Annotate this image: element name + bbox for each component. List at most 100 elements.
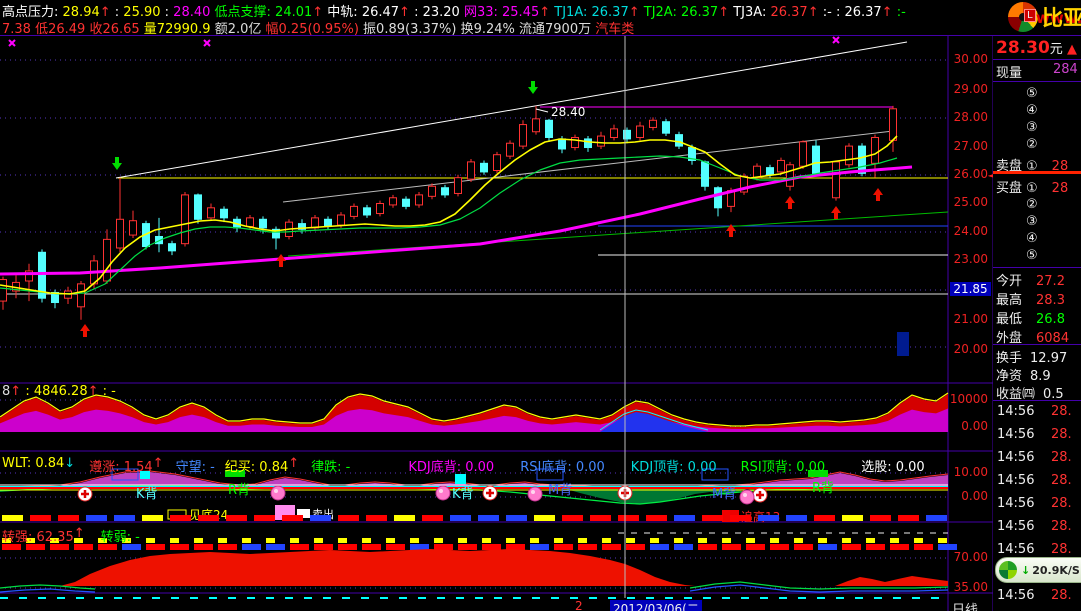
dash-segment — [394, 515, 415, 521]
candle-down — [584, 138, 592, 149]
sell-queue-row: ③ — [1026, 120, 1038, 135]
dash-segment — [30, 515, 51, 521]
dash-segment — [698, 538, 707, 543]
dash-segment — [314, 538, 323, 543]
axis-label: 23.00 — [953, 252, 988, 266]
dash-segment — [746, 544, 765, 550]
candle-up — [389, 197, 397, 206]
downloader-icon — [999, 561, 1017, 579]
dash-segment — [198, 515, 219, 521]
dash-segment — [58, 515, 79, 521]
period-label[interactable]: 日线 — [952, 599, 978, 611]
candle-down — [545, 119, 553, 138]
tick-row[interactable]: 14:5628. — [997, 473, 1081, 488]
dash-segment — [170, 538, 179, 543]
price-axis[interactable]: 21.85 日线 30.00 29.00 28.00 27.00 26.00 25.00 2… — [948, 36, 997, 611]
signal-bar-cyan — [455, 474, 466, 484]
tick-row[interactable]: 14:5628. — [997, 450, 1081, 465]
dash-segment — [674, 515, 695, 521]
candle-down — [766, 167, 774, 176]
dash-segment — [282, 515, 303, 521]
dash-segment — [458, 544, 477, 550]
dash-segment — [842, 544, 861, 550]
dash-segment — [870, 515, 891, 521]
watermark-badge: L — [1024, 9, 1036, 22]
dash-segment — [266, 544, 285, 550]
candle-down — [714, 187, 722, 209]
dash-segment — [338, 544, 357, 550]
dash-segment — [530, 538, 539, 543]
highlight-block — [897, 332, 909, 356]
divergence-label: K背 — [452, 487, 474, 502]
tick-row[interactable]: 14:5628. — [997, 427, 1081, 442]
candle-down — [675, 134, 683, 147]
divergence-label: M背 — [712, 487, 736, 502]
tick-row[interactable]: 14:5628. — [997, 519, 1081, 534]
tick-row[interactable]: 14:5628. — [997, 542, 1081, 557]
label-segment: KDJ底背: 0.00 — [408, 460, 495, 475]
candle-up — [597, 135, 605, 147]
crosshair-date-badge: 2012/03/06(二 — [610, 600, 702, 611]
tick-row[interactable]: 14:5628. — [997, 404, 1081, 419]
stock-app-window: K背R背K背M背M背R背见底24卖出追高1328.40 高点压力: 28.94↑… — [0, 0, 1081, 611]
dash-segment — [650, 544, 669, 550]
sell-arrow-icon — [528, 81, 538, 94]
main-chart-svg[interactable]: K背R背K背M背M背R背见底24卖出追高1328.40 — [0, 0, 1081, 611]
dash-segment — [770, 544, 789, 550]
dash-segment — [362, 538, 371, 543]
dash-segment — [226, 515, 247, 521]
candle-up — [207, 207, 215, 219]
candle-up — [467, 161, 475, 180]
label-segment: KDJ顶背: 0.00 — [630, 460, 717, 475]
dash-segment — [290, 538, 299, 543]
candle-down — [194, 194, 202, 220]
axis-label: 28.00 — [953, 110, 988, 124]
candle-up — [181, 194, 189, 245]
download-speed-text: 20.9K/S — [1032, 563, 1080, 577]
candle-up — [889, 108, 897, 141]
tick-row[interactable]: 14:5628. — [997, 496, 1081, 511]
candle-up — [636, 125, 644, 138]
buy-queue-row: ② — [1026, 197, 1038, 212]
sell-queue-row: ⑤ — [1026, 86, 1038, 101]
sell-queue-row: ④ — [1026, 103, 1038, 118]
dash-segment — [338, 538, 347, 543]
dash-segment — [914, 538, 923, 543]
dash-segment — [626, 538, 635, 543]
candle-down — [324, 218, 332, 227]
stat-row: 最高 28.3 — [996, 293, 1065, 308]
strength-mountain-right — [835, 576, 948, 586]
label-segment: 4846.28 — [33, 384, 88, 399]
quote-side-panel[interactable]: 28.30元 ▲ 现量 284 ⑤ ④ ③ ② 卖盘 ① 28 买盘 ① 28 ② ③ ④ ⑤ 今开 27.2… — [993, 36, 1081, 611]
dash-segment — [478, 515, 499, 521]
axis-label: 21.00 — [953, 312, 988, 326]
dash-segment — [506, 515, 527, 521]
candle-up — [610, 128, 618, 138]
candle-up — [350, 205, 358, 217]
dash-segment — [578, 538, 587, 543]
dash-segment — [290, 544, 309, 550]
dash-segment — [554, 538, 563, 543]
dash-segment — [506, 538, 515, 543]
label-segment: 遵涨: 1.54 — [89, 460, 153, 475]
divergence-label: M背 — [548, 483, 572, 498]
now-volume-value: 284 — [1053, 62, 1078, 77]
candle-up — [337, 214, 345, 226]
dash-segment — [578, 544, 597, 550]
dash-segment — [722, 538, 731, 543]
last-price: 28.30元 ▲ — [996, 38, 1077, 58]
candle-up — [777, 159, 785, 173]
sell-queue-row: ② — [1026, 137, 1038, 152]
dash-segment — [898, 515, 919, 521]
bid-ask-divider — [993, 171, 1081, 174]
tick-row[interactable]: 14:5628. — [997, 588, 1081, 603]
dash-segment — [142, 515, 163, 521]
download-speed-popup[interactable]: ↓ 20.9K/S — [995, 557, 1081, 583]
dash-segment — [730, 515, 751, 521]
axis-label: 35.00 — [953, 580, 988, 594]
candle-down — [402, 198, 410, 207]
stock-name-label: 比亚 — [1042, 6, 1081, 30]
buy-queue-row: ④ — [1026, 231, 1038, 246]
axis-label: 20.00 — [953, 342, 988, 356]
axis-label: 10.00 — [953, 465, 988, 479]
